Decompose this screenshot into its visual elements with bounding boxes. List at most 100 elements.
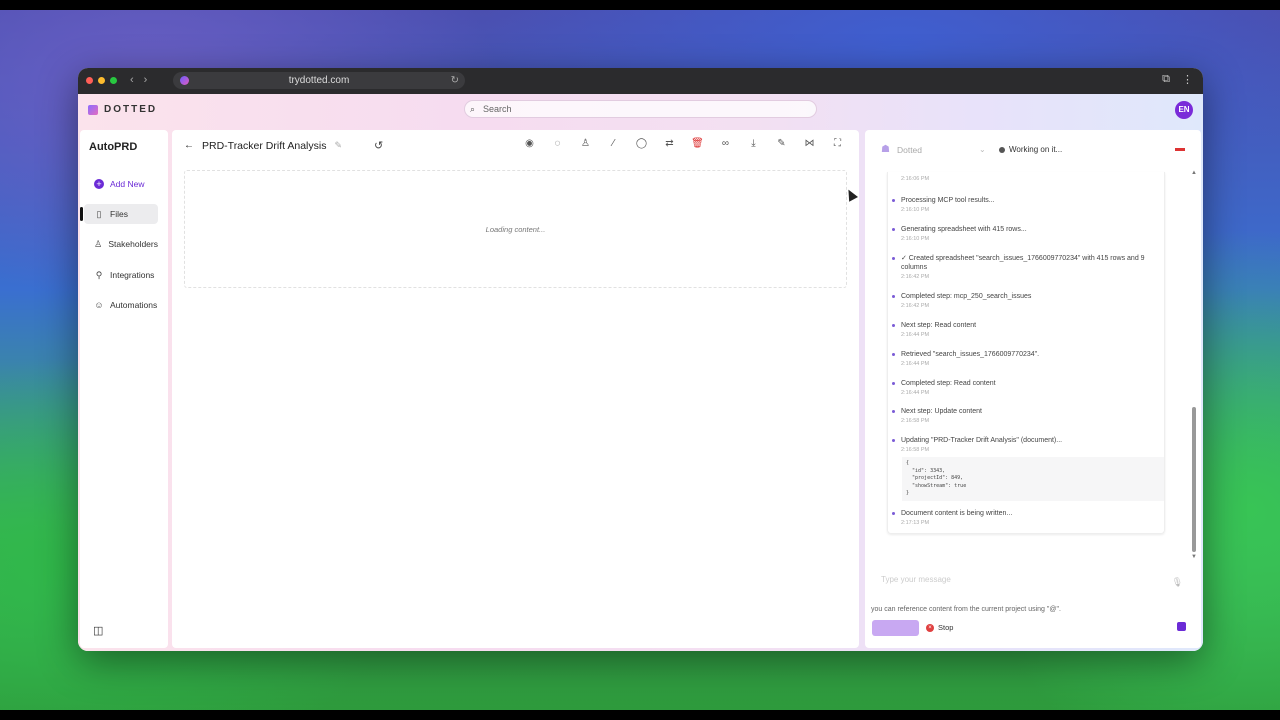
chat-panel: ☗ Dotted ⌄ Working on it... ▬ 2:16:06 PM… (865, 130, 1201, 648)
agent-name: Dotted (896, 144, 923, 155)
bullet-icon (892, 228, 895, 231)
clear-chat-icon[interactable]: ▬ (1175, 143, 1185, 154)
bullet-icon (892, 353, 895, 356)
bullet-icon (892, 295, 895, 298)
chat-bubble-icon[interactable]: ◌ (550, 138, 565, 149)
bullet-icon (892, 382, 895, 385)
log-time: 2:16:42 PM (901, 303, 930, 309)
comment-icon[interactable]: ◯ (634, 138, 649, 149)
list-item: Next step: Read content 2:16:44 PM (892, 321, 1162, 338)
add-user-icon[interactable]: ♙ (578, 138, 593, 149)
list-item: Generating spreadsheet with 415 rows... … (892, 225, 1162, 242)
sidebar-item-label: Integrations (110, 270, 155, 280)
document-header: ← PRD-Tracker Drift Analysis ✎ ↺ (184, 139, 383, 153)
scroll-up-icon[interactable]: ▲ (1191, 170, 1197, 176)
fullscreen-icon[interactable]: ⛶ (830, 138, 845, 149)
browser-toolbar: ‹ › trydotted.com ↻ ⧉ ⋮ (78, 68, 1203, 94)
sidebar-item-label: Automations (110, 300, 158, 310)
chevron-down-icon: ⌄ (979, 145, 986, 154)
forward-arrow-icon[interactable]: › (144, 74, 148, 86)
maximize-window-button[interactable] (110, 77, 117, 84)
plug-icon: ⚲ (95, 269, 103, 280)
list-item: Retrieved "search_issues_1766009770234".… (892, 350, 1162, 367)
back-arrow-icon[interactable]: ‹ (130, 74, 134, 86)
edit-icon[interactable]: ✎ (774, 138, 789, 149)
avatar[interactable]: EN (1175, 101, 1193, 119)
plus-circle-icon: + (94, 179, 104, 189)
status-dot-icon (999, 146, 1005, 153)
sidebar-item-integrations[interactable]: ⚲ Integrations (84, 265, 158, 285)
scroll-down-icon[interactable]: ▼ (1191, 554, 1197, 560)
collapse-sidebar-icon[interactable]: ◫ (93, 624, 103, 637)
log-scrollbar[interactable]: ▲ ▼ (1191, 170, 1197, 560)
sidebar-item-stakeholders[interactable]: ♙ Stakeholders (84, 234, 158, 254)
message-input[interactable]: Type your message (881, 575, 951, 584)
workspace-title: AutoPRD (89, 141, 138, 153)
agent-selector[interactable]: ☗ Dotted ⌄ (881, 144, 986, 155)
minimize-window-button[interactable] (98, 77, 105, 84)
app-root: DOTTED ⌕ Search EN AutoPRD + Add New ▯ F… (78, 94, 1203, 651)
log-time: 2:16:06 PM (901, 176, 930, 182)
list-item: Document content is being written... 2:1… (892, 509, 1162, 526)
log-time: 2:16:42 PM (901, 274, 930, 280)
stop-button[interactable]: × Stop (926, 623, 953, 632)
app-topbar: DOTTED ⌕ Search EN (78, 94, 1203, 128)
extensions-icon[interactable]: ⧉ (1162, 73, 1170, 86)
browser-actions: ⧉ ⋮ (1162, 73, 1193, 86)
log-time: 2:16:58 PM (901, 418, 930, 424)
list-item: Completed step: mcp_250_search_issues 2:… (892, 292, 1162, 309)
bullet-icon (892, 512, 895, 515)
log-text: Retrieved "search_issues_1766009770234". (901, 351, 1040, 358)
file-icon: ▯ (96, 208, 102, 219)
app-logo[interactable]: DOTTED (88, 104, 157, 115)
logo-mark-icon (88, 104, 98, 115)
delete-icon[interactable]: 🗑 (690, 138, 705, 149)
stop-label: Stop (938, 623, 954, 632)
search-input[interactable]: ⌕ Search (464, 100, 817, 118)
sidebar-item-files[interactable]: ▯ Files (84, 204, 158, 224)
close-window-button[interactable] (86, 77, 93, 84)
send-button[interactable] (872, 620, 919, 636)
more-menu-icon[interactable]: ⋮ (1182, 73, 1193, 86)
attachment-icon[interactable] (1177, 622, 1186, 631)
ai-assistant-icon[interactable]: ◉ (522, 138, 537, 149)
document-toolbar: ◉ ◌ ♙ ⁄ ◯ ⇄ 🗑 ∞ ⤓ ✎ ⋈ ⛶ (522, 138, 845, 149)
status-text: Working on it... (1009, 145, 1063, 154)
favicon-icon (180, 76, 189, 85)
log-text: ✓ Created spreadsheet "search_issues_176… (901, 255, 1145, 271)
sidebar-item-label: Stakeholders (108, 239, 158, 249)
search-icon: ⌕ (470, 104, 476, 114)
list-item: Updating "PRD-Tracker Drift Analysis" (d… (892, 436, 1162, 453)
rename-pencil-icon[interactable]: ✎ (334, 140, 342, 151)
list-item: Next step: Update content 2:16:58 PM (892, 407, 1162, 424)
sidebar-item-automations[interactable]: ☺ Automations (84, 295, 158, 315)
scroll-thumb[interactable] (1192, 407, 1196, 552)
log-time: 2:16:10 PM (901, 207, 930, 213)
address-bar[interactable]: trydotted.com ↻ (173, 72, 465, 89)
bullet-icon (892, 324, 895, 327)
download-icon[interactable]: ⤓ (746, 138, 761, 149)
log-text: Next step: Update content (901, 408, 982, 415)
active-indicator (80, 207, 83, 221)
back-arrow-icon[interactable]: ← (184, 140, 194, 151)
magic-wand-icon[interactable]: ⁄ (606, 138, 621, 149)
list-item: ✓ Created spreadsheet "search_issues_176… (892, 254, 1162, 280)
reload-icon[interactable]: ↻ (451, 72, 459, 89)
log-time: 2:17:13 PM (901, 520, 930, 526)
bot-icon: ☗ (881, 144, 890, 155)
browser-window: ‹ › trydotted.com ↻ ⧉ ⋮ DOTTED ⌕ Search … (78, 68, 1203, 651)
document-title[interactable]: PRD-Tracker Drift Analysis (202, 140, 326, 152)
link-icon[interactable]: ∞ (718, 138, 733, 149)
log-text: Processing MCP tool results... (901, 197, 995, 204)
log-text: Generating spreadsheet with 415 rows... (901, 226, 1027, 233)
input-hint: you can reference content from the curre… (871, 606, 1061, 613)
microphone-icon[interactable]: 🎙 (1172, 577, 1183, 588)
share-icon[interactable]: ⋈ (802, 138, 817, 149)
log-time: 2:16:44 PM (901, 390, 930, 396)
history-icon[interactable]: ↺ (374, 139, 383, 152)
document-panel: ← PRD-Tracker Drift Analysis ✎ ↺ ◉ ◌ ♙ ⁄… (172, 130, 859, 648)
compare-icon[interactable]: ⇄ (662, 138, 677, 149)
list-item: Completed step: Read content 2:16:44 PM (892, 379, 1162, 396)
sidebar-item-add-new[interactable]: + Add New (84, 174, 158, 194)
bullet-icon (892, 257, 895, 260)
